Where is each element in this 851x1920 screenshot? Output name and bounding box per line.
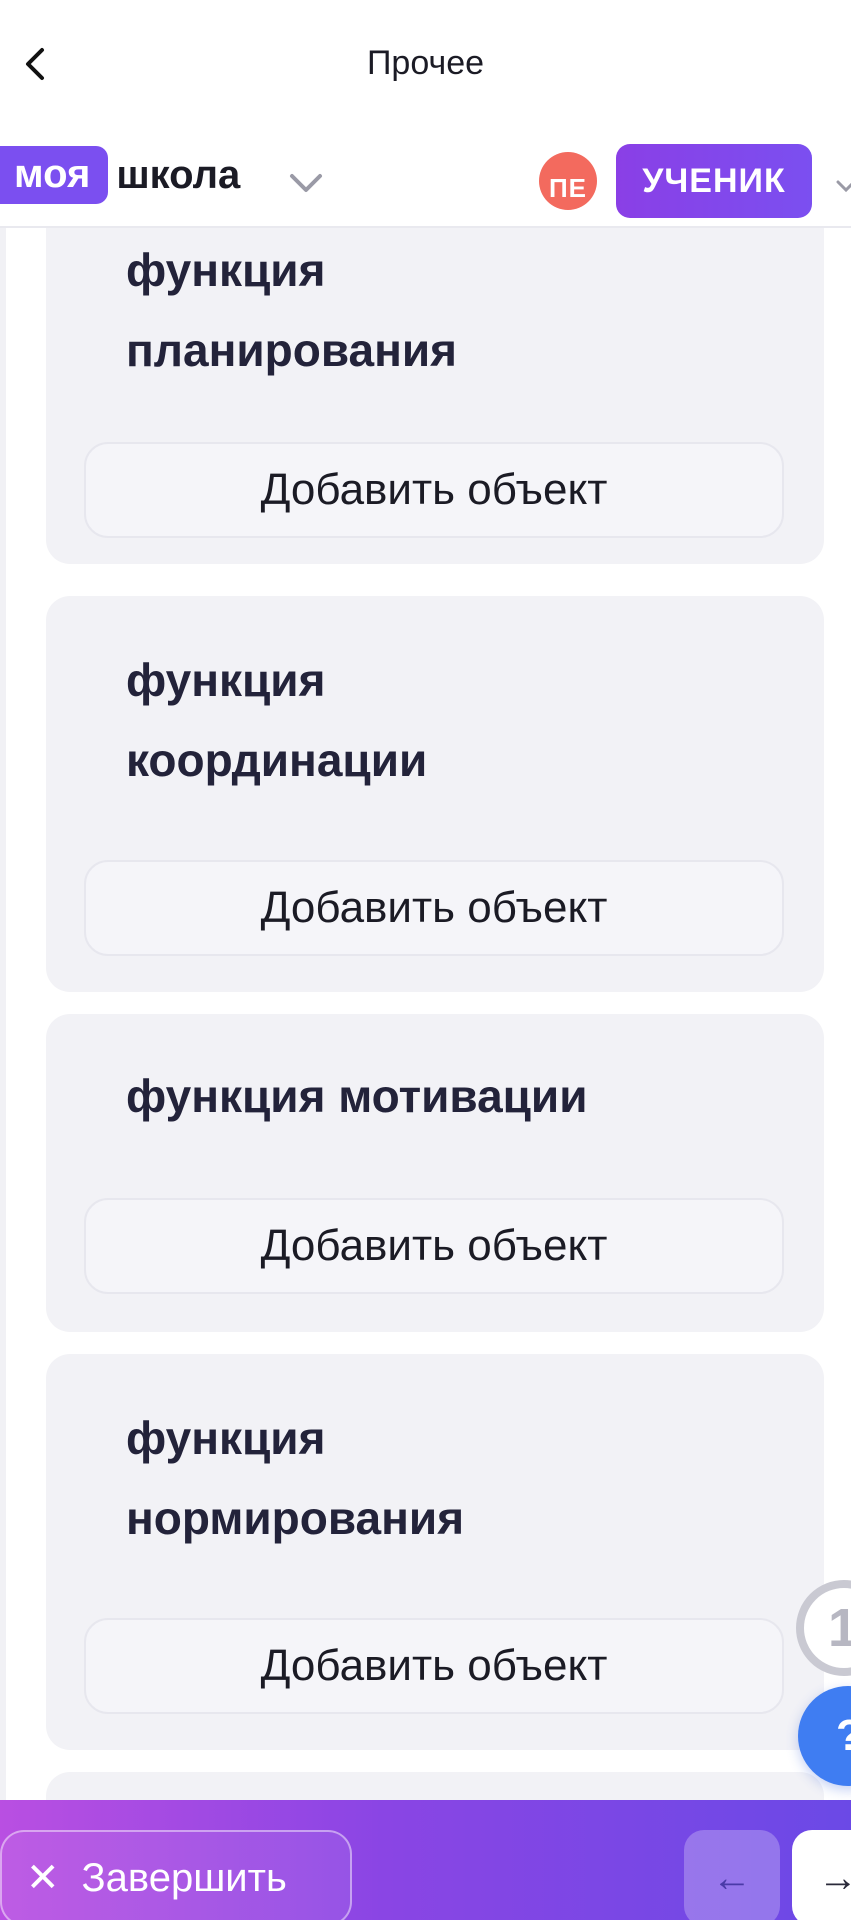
card-title: функция планирования	[126, 244, 458, 376]
role-badge[interactable]: УЧЕНИК	[616, 144, 812, 218]
app-screen: Прочее моя школа ПЕ УЧЕНИК функция плани…	[0, 0, 851, 1920]
top-nav: Прочее	[0, 0, 851, 130]
role-chevron-down-icon[interactable]	[836, 174, 851, 198]
logo-moya: моя	[0, 146, 109, 204]
add-object-button[interactable]: Добавить объект	[84, 1198, 784, 1294]
close-icon: ✕	[26, 1856, 60, 1900]
finish-button[interactable]: ✕ Завершить	[0, 1830, 352, 1920]
next-button[interactable]: →	[792, 1830, 851, 1920]
school-logo[interactable]: моя школа	[0, 146, 241, 204]
card-title: функция координации	[126, 654, 428, 786]
arrow-left-icon: ←	[712, 1855, 752, 1900]
function-card-next	[46, 1772, 824, 1800]
finish-label: Завершить	[81, 1855, 287, 1900]
objects-list[interactable]: функция планирования Добавить объект фун…	[0, 228, 851, 1800]
add-object-button[interactable]: Добавить объект	[84, 442, 784, 538]
school-bar: моя школа ПЕ УЧЕНИК	[0, 130, 851, 228]
prev-button[interactable]: ←	[684, 1830, 780, 1920]
function-card-motivation: функция мотивации Добавить объект	[46, 1014, 824, 1332]
function-card-norming: функция нормирования Добавить объект	[46, 1354, 824, 1750]
add-object-button[interactable]: Добавить объект	[84, 860, 784, 956]
card-title: функция нормирования	[126, 1412, 465, 1544]
logo-shkola: школа	[116, 152, 241, 197]
page-title: Прочее	[366, 44, 485, 82]
chevron-down-icon[interactable]	[286, 168, 326, 198]
function-card-coordination: функция координации Добавить объект	[46, 596, 824, 992]
card-title: функция мотивации	[126, 1070, 588, 1122]
bottom-bar: ✕ Завершить ← →	[0, 1800, 851, 1920]
arrow-right-icon: →	[818, 1855, 851, 1900]
add-object-button[interactable]: Добавить объект	[84, 1618, 784, 1714]
function-card-planning: функция планирования Добавить объект	[46, 228, 824, 564]
avatar[interactable]: ПЕ	[539, 152, 597, 210]
scroll-edge	[0, 228, 6, 1800]
